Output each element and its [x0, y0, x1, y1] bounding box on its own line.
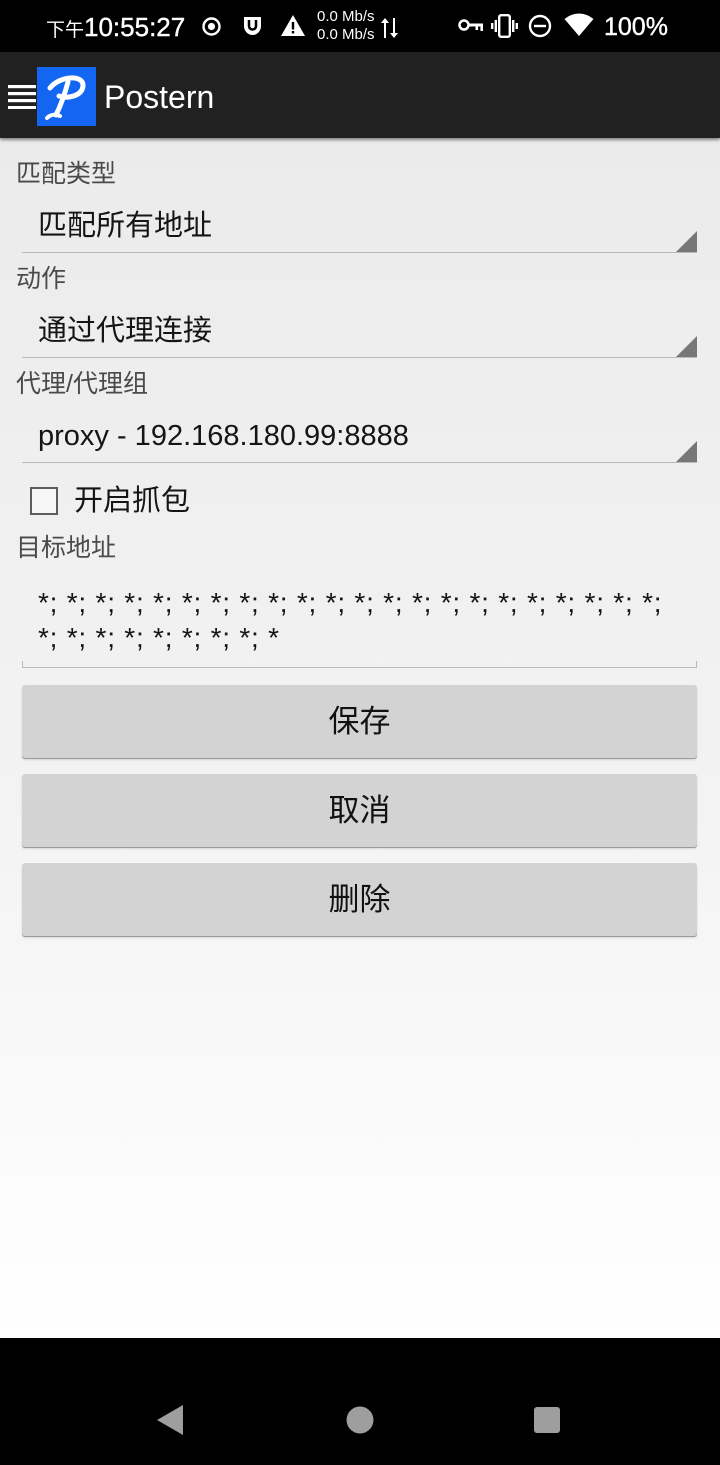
proxy-spinner[interactable]: proxy - 192.168.180.99:8888: [22, 410, 697, 463]
capture-checkbox-row[interactable]: 开启抓包: [22, 484, 322, 518]
clock: 下午10:55:27: [46, 10, 185, 44]
wifi-icon: [564, 13, 594, 36]
proxy-label: 代理/代理组: [16, 370, 148, 398]
dropdown-corner-icon: [676, 231, 697, 252]
shield-icon: [244, 17, 261, 35]
action-label: 动作: [16, 265, 67, 293]
network-speed: 0.0 Mb/s 0.0 Mb/s: [317, 8, 375, 44]
action-spinner[interactable]: 通过代理连接: [22, 305, 697, 358]
vpn-key-icon: [458, 19, 483, 31]
match-type-label: 匹配类型: [16, 160, 117, 188]
app-logo[interactable]: [37, 67, 96, 126]
action-value: 通过代理连接: [38, 315, 213, 347]
app-logo-icon: [45, 75, 86, 120]
do-not-disturb-icon: [528, 14, 552, 38]
save-button[interactable]: 保存: [22, 685, 697, 758]
rule-form: 匹配类型 匹配所有地址 动作 通过代理连接 代理/代理组 proxy - 192…: [0, 138, 720, 1338]
network-speed-up: 0.0 Mb/s: [317, 8, 375, 25]
target-icon: [202, 17, 221, 36]
proxy-value: proxy - 192.168.180.99:8888: [38, 420, 409, 452]
target-address-input[interactable]: *; *; *; *; *; *; *; *; *; *; *; *; *; *…: [22, 582, 697, 668]
capture-checkbox-label[interactable]: 开启抓包: [74, 484, 190, 518]
status-bar: 下午10:55:27 0.0 Mb/s 0.0 Mb/s 100%: [0, 0, 720, 52]
recents-icon[interactable]: [534, 1407, 560, 1433]
network-speed-down: 0.0 Mb/s: [317, 26, 375, 43]
action-bar: Postern: [0, 52, 720, 138]
warning-icon: [281, 15, 305, 36]
clock-period: 下午: [46, 20, 85, 41]
battery-level: 100%: [604, 13, 668, 41]
delete-button[interactable]: 删除: [22, 863, 697, 936]
dropdown-corner-icon: [676, 441, 697, 462]
data-transfer-icon: [381, 18, 398, 38]
match-type-value: 匹配所有地址: [38, 210, 213, 242]
back-icon[interactable]: [156, 1404, 184, 1436]
vibrate-icon: [491, 14, 518, 38]
home-icon[interactable]: [346, 1406, 374, 1434]
navigation-bar: [0, 1338, 720, 1465]
cancel-button[interactable]: 取消: [22, 774, 697, 847]
target-address-label: 目标地址: [16, 534, 117, 562]
clock-time: 10:55:27: [84, 12, 186, 42]
app-title: Postern: [104, 79, 215, 115]
drawer-toggle-button[interactable]: [8, 84, 36, 109]
dropdown-corner-icon: [676, 336, 697, 357]
menu-icon: [8, 85, 36, 109]
match-type-spinner[interactable]: 匹配所有地址: [22, 200, 697, 253]
capture-checkbox[interactable]: [30, 487, 58, 515]
